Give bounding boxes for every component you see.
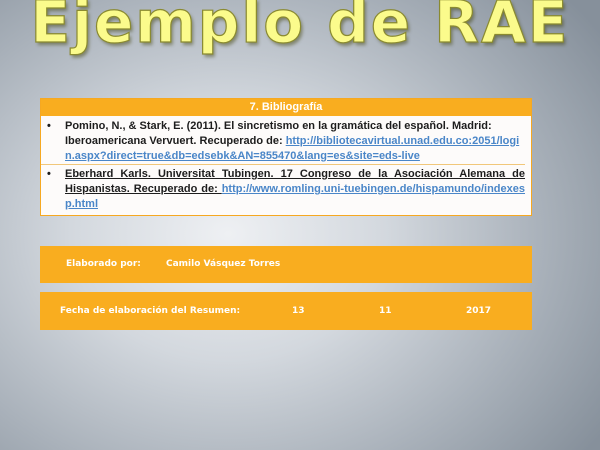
date-year: 2017 [466,306,492,316]
slide-title: Ejemplo de RAE [30,0,570,57]
author-box: Elaborado por: Camilo Vásquez Torres [40,246,532,283]
author-label: Elaborado por: [66,259,141,269]
bibliography-header: 7. Bibliografía [41,99,531,116]
bullet-icon: • [47,168,51,180]
date-box: Fecha de elaboración del Resumen: 13 11 … [40,292,532,330]
date-label: Fecha de elaboración del Resumen: [60,306,241,316]
author-name: Camilo Vásquez Torres [166,259,281,269]
bibliography-item: • Eberhard Karls. Universitat Tubingen. … [41,164,525,212]
date-month: 11 [379,306,392,316]
bibliography-list: • Pomino, N., & Stark, E. (2011). El sin… [41,116,531,215]
bibliography-table: 7. Bibliografía • Pomino, N., & Stark, E… [40,98,532,216]
date-day: 13 [292,306,305,316]
bullet-icon: • [47,120,51,132]
bibliography-item: • Pomino, N., & Stark, E. (2011). El sin… [41,119,525,164]
